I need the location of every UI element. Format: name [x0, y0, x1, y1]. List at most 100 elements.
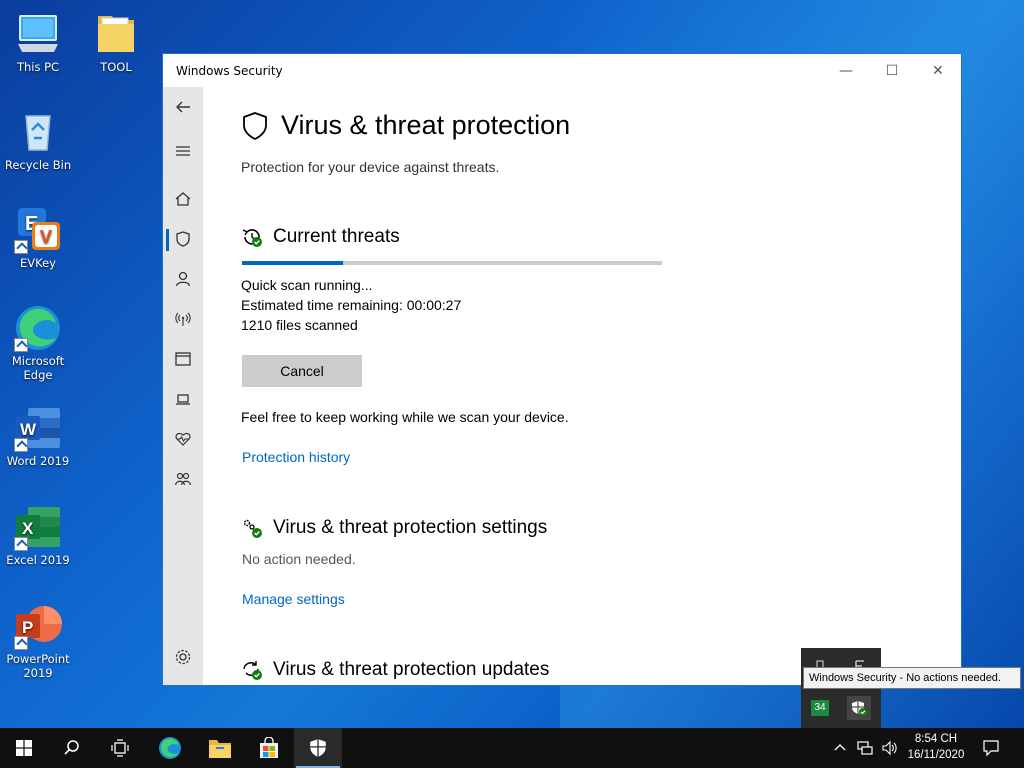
nav-rail: [163, 87, 203, 685]
network-icon: [857, 741, 873, 755]
desktop-icon-recycle-bin[interactable]: Recycle Bin: [0, 108, 76, 172]
desktop-icon-label: This PC: [16, 60, 60, 74]
cancel-scan-button[interactable]: Cancel: [242, 355, 362, 387]
nav-account-protection[interactable]: [163, 261, 203, 297]
store-bag-icon: [260, 737, 278, 758]
search-icon: [64, 740, 79, 755]
updates-title: Virus & threat protection updates: [273, 659, 550, 680]
evkey-icon: E V: [14, 206, 62, 254]
desktop-icon-label: PowerPoint 2019: [6, 652, 70, 680]
scan-progress-fill: [242, 261, 343, 265]
tray-network[interactable]: [853, 728, 877, 768]
time-remaining-value: 00:00:27: [406, 297, 462, 313]
taskbar: 8:54 CH 16/11/2020: [0, 728, 1024, 768]
taskbar-edge[interactable]: [146, 728, 194, 768]
hamburger-icon: [176, 146, 190, 156]
taskbar-store[interactable]: [245, 728, 293, 768]
files-scanned-count: 1210: [241, 317, 273, 333]
taskbar-clock[interactable]: 8:54 CH 16/11/2020: [900, 731, 972, 763]
page-title: Virus & threat protection: [241, 110, 570, 141]
scan-status: Quick scan running...: [241, 277, 373, 293]
tray-volume[interactable]: [877, 728, 901, 768]
nav-device-security[interactable]: [163, 381, 203, 417]
taskbar-file-explorer[interactable]: [196, 728, 244, 768]
desktop-icon-label: Recycle Bin: [4, 158, 72, 172]
window-title: Windows Security: [176, 63, 283, 78]
gear-icon: [175, 649, 191, 665]
shield-icon: [243, 111, 267, 140]
desktop-icon-edge[interactable]: Microsoft Edge: [0, 304, 76, 382]
page-subtitle: Protection for your device against threa…: [241, 159, 500, 175]
menu-button[interactable]: [163, 133, 203, 169]
folder-icon: [92, 10, 140, 58]
current-threats-title: Current threats: [273, 226, 400, 247]
title-bar[interactable]: Windows Security — ☐ ✕: [163, 54, 961, 87]
edge-icon: [14, 304, 62, 352]
nav-family-options[interactable]: [163, 461, 203, 497]
folder-icon: [209, 740, 231, 758]
clock-time: 8:54 CH: [914, 733, 958, 745]
files-scanned-label: files scanned: [276, 317, 358, 333]
updates-ok-icon: [243, 661, 262, 680]
chevron-up-icon: [834, 744, 846, 751]
maximize-button[interactable]: ☐: [869, 54, 915, 87]
taskbar-windows-security[interactable]: [294, 728, 342, 768]
desktop-icon-this-pc[interactable]: This PC: [0, 10, 76, 74]
desktop-icon-powerpoint[interactable]: P PowerPoint 2019: [0, 602, 76, 680]
desktop-icon-label: Excel 2019: [6, 553, 70, 567]
clock-date: 16/11/2020: [907, 749, 965, 761]
home-icon: [175, 192, 191, 206]
nav-app-browser-control[interactable]: [163, 341, 203, 377]
browser-window-icon: [175, 352, 191, 366]
scan-info-text: Feel free to keep working while we scan …: [241, 409, 569, 425]
computer-icon: [14, 10, 62, 58]
manage-settings-link[interactable]: Manage settings: [242, 591, 345, 607]
nav-home[interactable]: [163, 181, 203, 217]
action-center-button[interactable]: [976, 728, 1006, 768]
nav-virus-threat-protection[interactable]: [163, 221, 203, 257]
page-title-text: Virus & threat protection: [281, 110, 571, 140]
laptop-icon: [176, 394, 190, 405]
desktop-icon-word[interactable]: W Word 2019: [0, 404, 76, 468]
close-button[interactable]: ✕: [915, 54, 961, 87]
nav-device-performance-health[interactable]: [163, 421, 203, 457]
protection-history-link[interactable]: Protection history: [242, 449, 350, 465]
desktop-icon-excel[interactable]: X Excel 2019: [0, 503, 76, 567]
desktop-icon-evkey[interactable]: E V EVKey: [0, 206, 76, 270]
speaker-icon: [882, 740, 897, 756]
minimize-button[interactable]: —: [823, 54, 869, 87]
desktop-icon-tool[interactable]: TOOL: [78, 10, 154, 74]
tray-windows-security-icon[interactable]: [847, 696, 871, 720]
windows-logo-icon: [16, 740, 32, 756]
svg-text:P: P: [22, 618, 33, 637]
desktop-icon-label: Microsoft Edge: [11, 354, 65, 382]
wireless-icon: [175, 312, 191, 326]
edge-icon: [159, 737, 181, 759]
desktop-icon-label: EVKey: [20, 256, 56, 270]
svg-text:V: V: [40, 227, 52, 247]
svg-text:X: X: [22, 519, 34, 538]
heart-pulse-icon: [175, 432, 191, 446]
updates-heading: Virus & threat protection updates: [241, 659, 549, 681]
search-button[interactable]: [48, 728, 96, 768]
tray-calendar-icon[interactable]: 34: [808, 696, 832, 720]
person-icon: [175, 271, 191, 287]
back-button[interactable]: [163, 89, 203, 125]
word-icon: W: [14, 404, 62, 452]
current-threats-heading: Current threats: [241, 226, 400, 248]
notification-icon: [983, 740, 999, 757]
task-view-icon: [111, 739, 129, 757]
tray-calendar-badge: 34: [811, 700, 829, 716]
nav-firewall-network[interactable]: [163, 301, 203, 337]
files-scanned: 1210 files scanned: [241, 317, 358, 333]
windows-security-tooltip: Windows Security - No actions needed.: [803, 667, 1021, 689]
task-view-button[interactable]: [96, 728, 144, 768]
settings-heading: Virus & threat protection settings: [241, 517, 547, 539]
windows-security-window: Windows Security — ☐ ✕ Virus & threat pr…: [162, 53, 962, 686]
settings-status: No action needed.: [242, 551, 356, 567]
start-button[interactable]: [0, 728, 48, 768]
nav-settings[interactable]: [163, 639, 203, 675]
shield-icon: [310, 739, 326, 757]
time-remaining-label: Estimated time remaining:: [241, 297, 403, 313]
tray-overflow-chevron[interactable]: [830, 728, 850, 768]
